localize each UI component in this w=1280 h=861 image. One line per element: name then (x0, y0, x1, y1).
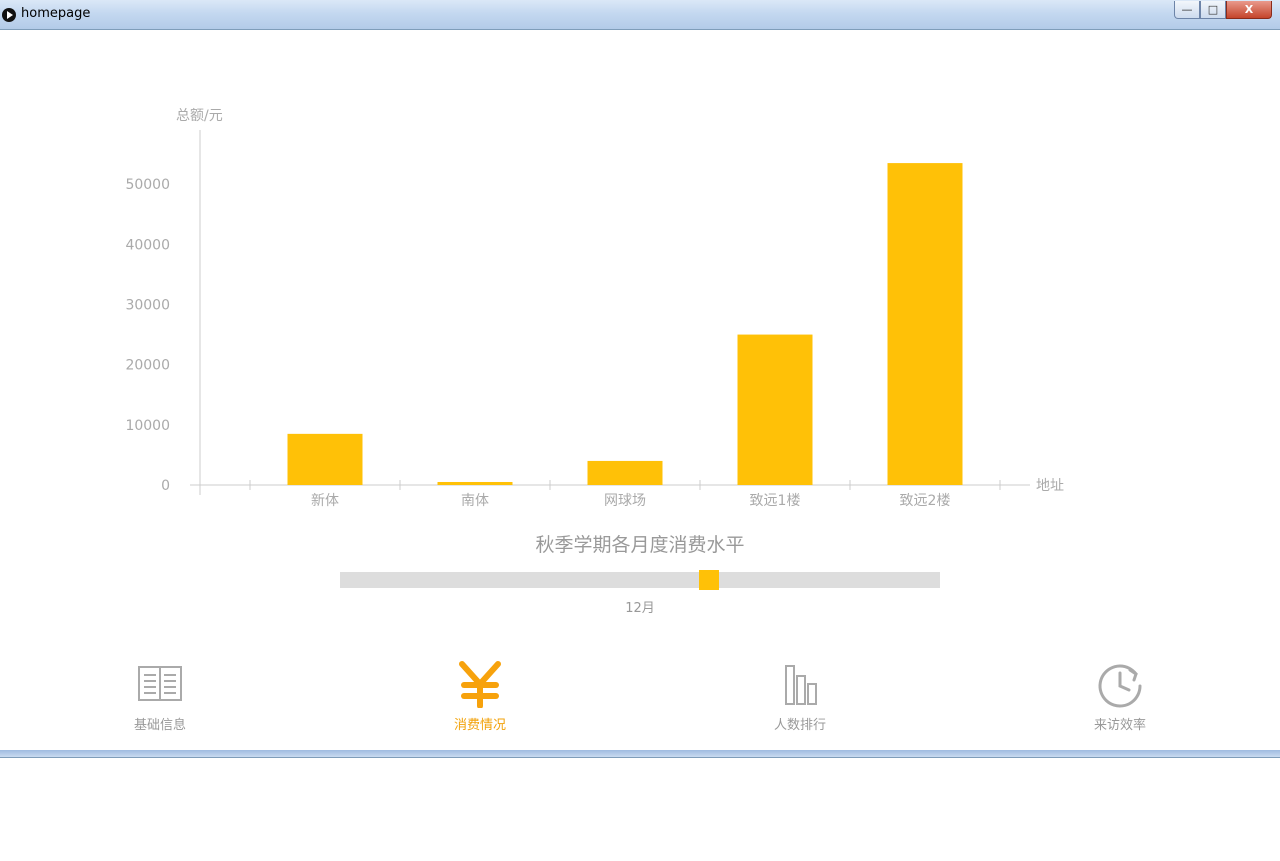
minimize-button[interactable]: — (1174, 1, 1200, 19)
bar (287, 433, 363, 485)
y-tick-label: 50000 (125, 177, 170, 193)
y-tick-label: 20000 (125, 358, 170, 374)
close-button[interactable]: X (1226, 1, 1272, 19)
y-tick-label: 10000 (125, 418, 170, 434)
yen-icon (459, 661, 501, 708)
window-controls: — □ X (1174, 1, 1272, 19)
bar (887, 163, 963, 486)
y-tick-label: 30000 (125, 297, 170, 313)
window-bottom-border (0, 750, 1280, 758)
x-tick-label: 致远1楼 (750, 493, 801, 509)
bar (737, 334, 813, 485)
chart-title: 秋季学期各月度消费水平 (535, 534, 745, 556)
y-axis-label: 总额/元 (176, 108, 223, 124)
app-play-icon (2, 8, 16, 22)
bar (437, 481, 513, 485)
x-axis-label: 地址 (1036, 478, 1064, 494)
x-tick-label: 新体 (311, 493, 339, 509)
bar (587, 460, 663, 485)
book-icon (138, 666, 182, 701)
nav-label-ranking: 人数排行 (773, 718, 826, 733)
clock-icon (1098, 664, 1142, 708)
x-tick-label: 网球场 (604, 493, 646, 509)
bar-chart-icon (785, 665, 817, 705)
x-tick-label: 致远2楼 (900, 493, 951, 509)
bar-chart: 0 10000 20000 30000 40000 50000 总额/元地址新体 南体 网球场 致… (125, 108, 1064, 509)
y-tick-label: 40000 (125, 237, 170, 253)
y-tick-label: 0 (161, 478, 170, 494)
month-slider-label: 12月 (625, 601, 655, 616)
x-tick-label: 南体 (461, 493, 489, 509)
maximize-button[interactable]: □ (1200, 1, 1226, 19)
title-bar: homepage — □ X (0, 0, 1280, 30)
nav-label-consumption: 消费情况 (453, 718, 506, 733)
nav-label-basic-info: 基础信息 (133, 718, 186, 733)
window-title: homepage (21, 6, 91, 21)
nav-item-ranking[interactable]: 人数排行 (730, 660, 870, 733)
nav-item-visit-efficiency[interactable]: 来访效率 (1050, 660, 1190, 733)
nav-label-visit-efficiency: 来访效率 (1093, 718, 1146, 733)
month-slider-handle[interactable] (699, 570, 719, 590)
month-slider-track[interactable] (340, 572, 940, 588)
nav-item-consumption[interactable]: 消费情况 (410, 660, 550, 733)
nav-item-basic-info[interactable]: 基础信息 (90, 660, 230, 733)
